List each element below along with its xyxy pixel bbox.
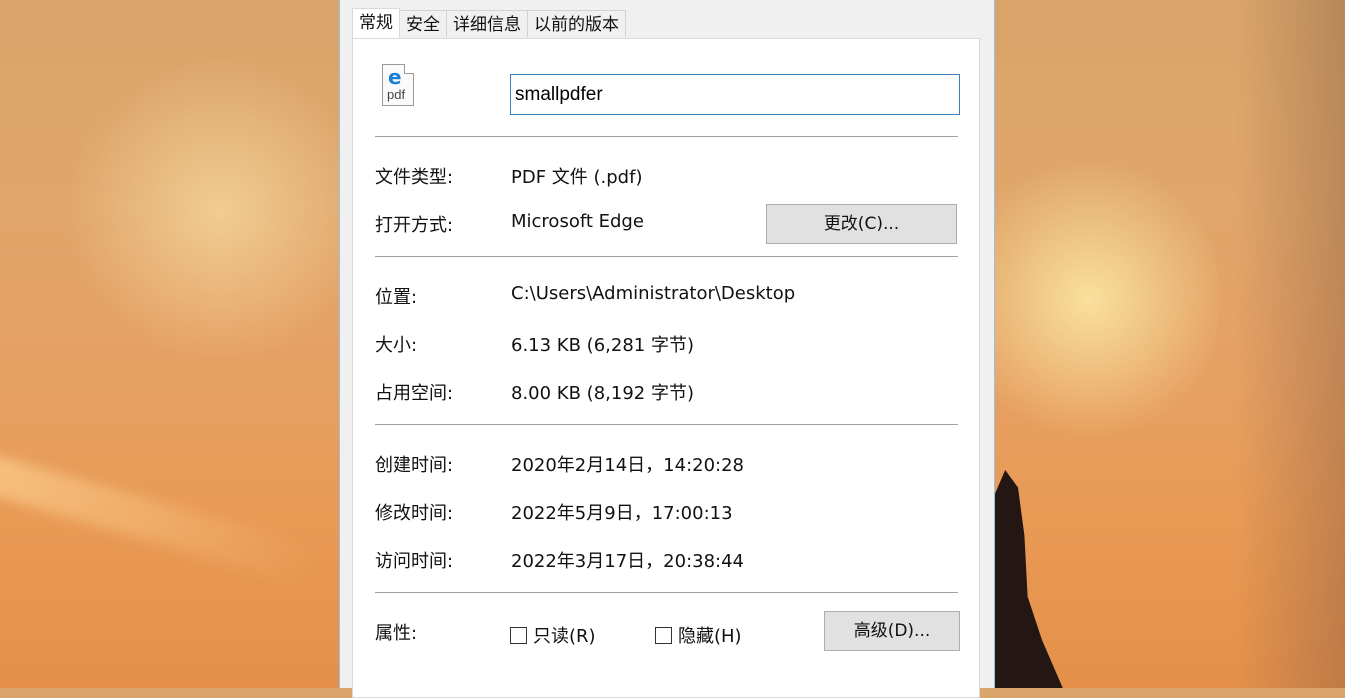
edge-pdf-file-icon: e pdf [382,64,414,106]
general-panel: e pdf 文件类型: PDF 文件 (.pdf) 打开方式: Microsof… [352,38,980,698]
created-label: 创建时间: [375,455,454,476]
change-button[interactable]: 更改(C)... [766,204,957,244]
open-with-label: 打开方式: [375,215,454,236]
created-value: 2020年2月14日，14:20:28 [511,455,745,476]
advanced-button[interactable]: 高级(D)... [824,611,960,651]
wallpaper-cloud-streak [0,453,319,587]
pdf-icon-text: pdf [387,87,406,102]
accessed-label: 访问时间: [375,551,454,572]
hidden-option[interactable]: 隐藏(H) [655,622,742,648]
readonly-label: 只读(R) [533,626,596,647]
size-on-disk-label: 占用空间: [375,383,454,404]
file-type-label: 文件类型: [375,167,454,188]
size-value: 6.13 KB (6,281 字节) [511,335,694,356]
wallpaper-silhouette [994,470,1063,688]
wallpaper-glow-left [60,60,380,360]
readonly-option[interactable]: 只读(R) [510,622,596,648]
separator [375,592,958,593]
readonly-checkbox[interactable] [510,626,527,644]
location-value: C:\Users\Administrator\Desktop [511,283,796,304]
modified-value: 2022年5月9日，17:00:13 [511,503,733,524]
tab-bar: 常规 安全 详细信息 以前的版本 [352,8,626,38]
wallpaper-shade [1235,0,1345,688]
wallpaper-glow-right [960,150,1220,450]
tab-security[interactable]: 安全 [399,10,447,37]
file-type-value: PDF 文件 (.pdf) [511,167,643,188]
separator [375,256,958,257]
open-with-value: Microsoft Edge [511,211,644,232]
hidden-label: 隐藏(H) [678,626,742,647]
edge-logo-letter: e [388,65,402,89]
page-fold [404,64,414,74]
hidden-checkbox[interactable] [655,626,672,644]
tab-details[interactable]: 详细信息 [446,10,528,37]
location-label: 位置: [375,287,418,308]
separator [375,424,958,425]
accessed-value: 2022年3月17日，20:38:44 [511,551,745,572]
separator [375,136,958,137]
tab-previous-versions[interactable]: 以前的版本 [527,10,626,37]
tab-general[interactable]: 常规 [352,8,400,38]
size-label: 大小: [375,335,418,356]
modified-label: 修改时间: [375,503,454,524]
size-on-disk-value: 8.00 KB (8,192 字节) [511,383,694,404]
attributes-label: 属性: [375,623,418,644]
properties-dialog: 常规 安全 详细信息 以前的版本 e pdf 文件类型: PDF 文件 (.pd… [339,0,995,698]
file-name-input[interactable] [510,74,960,115]
